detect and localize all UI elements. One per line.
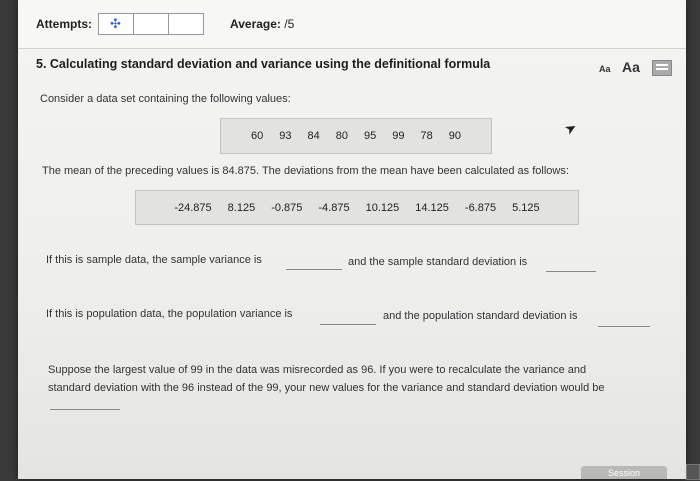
sample-sd-input[interactable] — [546, 257, 596, 272]
data-value: 93 — [279, 130, 292, 142]
data-value: 95 — [364, 130, 377, 142]
attempts-label: Attempts: — [36, 17, 92, 31]
average-value: /5 — [284, 17, 295, 31]
deviation-value: -4.875 — [318, 201, 350, 214]
population-variance-label: If this is population data, the populati… — [46, 308, 293, 320]
data-value: 78 — [420, 130, 433, 142]
attempts-bar: Attempts: ✣ Average: /5 — [18, 0, 686, 49]
deviation-value: 5.125 — [512, 201, 540, 214]
recalc-text-line-1: Suppose the largest value of 99 in the d… — [48, 364, 587, 376]
attempt-box-2 — [133, 13, 169, 35]
deviation-value: -24.875 — [174, 201, 212, 214]
data-value: 84 — [307, 130, 320, 142]
sample-variance-input[interactable] — [286, 255, 342, 270]
data-value: 80 — [335, 130, 348, 142]
font-decrease-button[interactable]: Aa — [599, 64, 611, 74]
side-panel-icon[interactable] — [686, 464, 700, 480]
population-variance-input[interactable] — [320, 310, 376, 325]
deviation-value: 8.125 — [227, 201, 256, 214]
assignment-page: Attempts: ✣ Average: /5 5. Calculating s… — [18, 0, 686, 479]
population-sd-label: and the population standard deviation is — [383, 310, 578, 322]
recalc-text-line-2: standard deviation with the 96 instead o… — [48, 382, 605, 394]
sample-variance-label: If this is sample data, the sample varia… — [46, 254, 262, 266]
attempt-active-icon: ✣ — [110, 16, 121, 31]
attempt-box-1: ✣ — [98, 13, 134, 35]
deviation-value: -0.875 — [271, 201, 303, 214]
deviation-value: 14.125 — [415, 201, 449, 214]
intro-text: Consider a data set containing the follo… — [40, 93, 291, 105]
deviation-value: 10.125 — [365, 201, 400, 214]
data-value: 90 — [448, 130, 461, 142]
data-values-box: 60 93 84 80 95 99 78 90 — [220, 118, 492, 154]
question-title: 5. Calculating standard deviation and va… — [36, 57, 491, 71]
mouse-cursor-icon: ➤ — [561, 118, 580, 138]
deviations-box: -24.875 8.125 -0.875 -4.875 10.125 14.12… — [135, 190, 579, 225]
mean-text: The mean of the preceding values is 84.8… — [42, 165, 569, 177]
attempt-indicators: ✣ — [98, 13, 204, 35]
data-value: 60 — [251, 130, 264, 142]
new-variance-input[interactable] — [50, 395, 120, 410]
data-value: 99 — [392, 130, 405, 142]
ebook-icon[interactable] — [652, 60, 672, 76]
deviation-value: -6.875 — [464, 201, 497, 214]
attempt-box-3 — [168, 13, 204, 35]
font-increase-button[interactable]: Aa — [622, 59, 640, 75]
population-sd-input[interactable] — [598, 312, 650, 327]
session-button[interactable]: Session — [581, 466, 667, 479]
sample-sd-label: and the sample standard deviation is — [348, 256, 528, 268]
average-score: Average: /5 — [230, 17, 295, 31]
